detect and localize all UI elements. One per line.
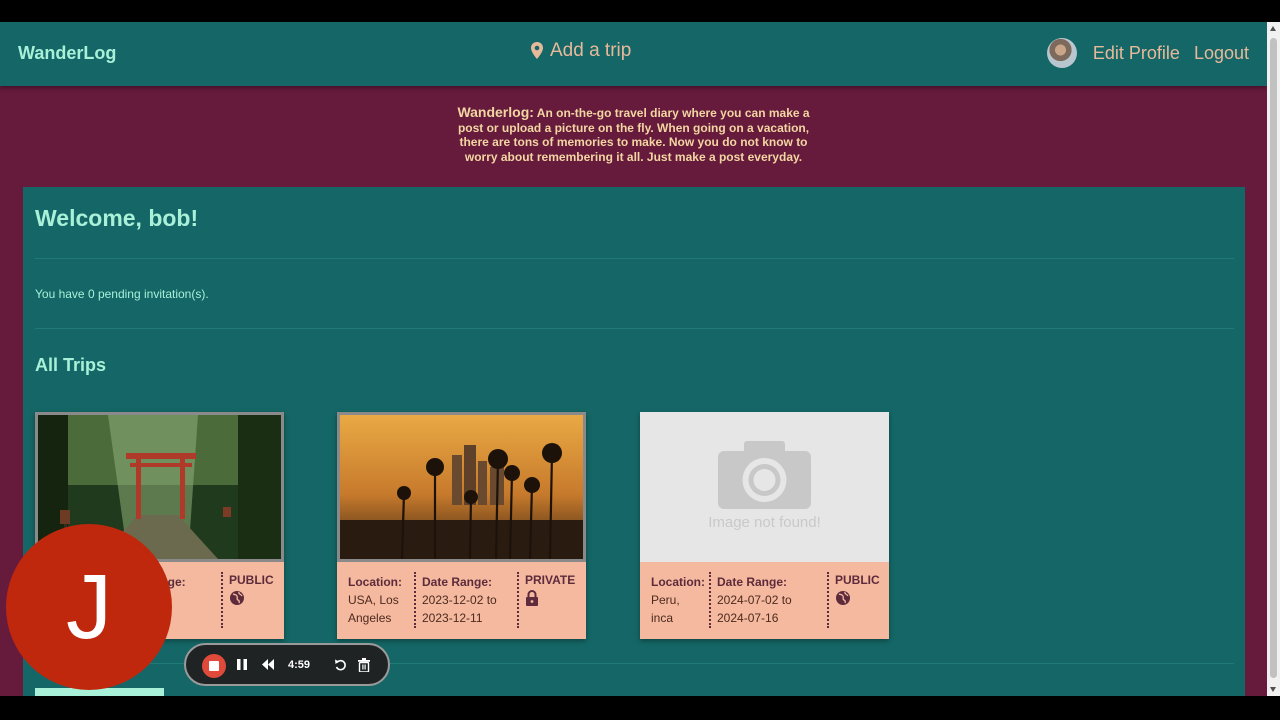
date-range-column: Date Range: 2023-12-02 to 2023-12-11 <box>422 573 497 627</box>
location-value-line2: Angeles <box>348 611 392 625</box>
camera-icon <box>718 441 811 509</box>
location-value-line1: USA, Los <box>348 593 399 607</box>
pause-icon[interactable] <box>236 658 248 671</box>
dotted-separator <box>221 572 223 628</box>
image-placeholder: Image not found! <box>640 412 889 562</box>
presenter-avatar: J <box>6 524 172 690</box>
trash-icon[interactable] <box>358 658 370 672</box>
map-pin-icon <box>531 42 543 59</box>
location-value-line1: Peru, <box>651 593 680 607</box>
add-trip-link[interactable]: Add a trip <box>530 40 631 62</box>
recording-timer: 4:59 <box>288 659 311 671</box>
divider <box>35 328 1234 329</box>
location-value-line2: inca <box>651 611 674 625</box>
scroll-down-icon[interactable] <box>1270 687 1276 692</box>
all-trips-heading: All Trips <box>35 355 107 375</box>
image-not-found-text: Image not found! <box>708 514 821 531</box>
vertical-scrollbar[interactable] <box>1267 22 1280 696</box>
location-label: Location: <box>651 575 705 589</box>
dotted-separator <box>709 572 711 628</box>
brand-logo[interactable]: WanderLog <box>18 43 116 64</box>
date-range-label: Date Range: <box>422 575 493 589</box>
dotted-separator <box>414 572 416 628</box>
add-trip-label: Add a trip <box>550 40 632 61</box>
trip-info: Location: Peru, inca Date Range: 2024-07… <box>640 562 889 639</box>
dotted-separator <box>827 572 829 628</box>
date-range-line2: 2024-07-16 <box>717 611 779 625</box>
lock-icon <box>526 590 538 606</box>
logout-link[interactable]: Logout <box>1194 43 1249 64</box>
los-angeles-skyline-photo <box>340 415 583 559</box>
visibility-label: PUBLIC <box>835 573 880 587</box>
date-range-line1: 2023-12-02 to <box>422 593 497 607</box>
location-label: Location: <box>348 575 402 589</box>
rewind-icon[interactable] <box>261 658 275 671</box>
restart-icon[interactable] <box>334 658 347 671</box>
trip-image[interactable] <box>337 412 586 562</box>
trip-image[interactable]: Image not found! <box>640 412 889 562</box>
visibility-label: PUBLIC <box>229 573 274 587</box>
scrollbar-thumb[interactable] <box>1270 38 1277 678</box>
edit-profile-link[interactable]: Edit Profile <box>1093 43 1180 64</box>
location-column: Location: Peru, inca <box>651 573 705 627</box>
dotted-separator <box>517 572 519 628</box>
trip-card[interactable]: Image not found! Location: Peru, inca Da… <box>640 412 889 639</box>
visibility: PUBLIC <box>835 573 880 606</box>
intro-description: Wanderlog: An on-the-go travel diary whe… <box>0 105 1267 164</box>
globe-icon <box>836 591 850 605</box>
date-range-line1: 2024-07-02 to <box>717 593 792 607</box>
trip-card[interactable]: Location: USA, Los Angeles Date Range: 2… <box>337 412 586 639</box>
invitations-text: You have 0 pending invitation(s). <box>35 287 209 301</box>
intro-lead: Wanderlog: <box>457 104 534 120</box>
visibility: PRIVATE <box>525 573 575 606</box>
welcome-heading: Welcome, bob! <box>35 205 199 231</box>
main-panel: Welcome, bob! You have 0 pending invitat… <box>23 187 1245 696</box>
location-column: Location: USA, Los Angeles <box>348 573 402 627</box>
date-range-column: Date Range: 2024-07-02 to 2024-07-16 <box>717 573 792 627</box>
browser-viewport: WanderLog Add a trip Edit Profile Logout… <box>0 22 1267 696</box>
divider <box>35 258 1234 259</box>
nav-right: Edit Profile Logout <box>1046 38 1249 68</box>
screen-recorder-toolbar: 4:59 <box>184 643 390 686</box>
visibility-label: PRIVATE <box>525 573 576 587</box>
user-avatar[interactable] <box>1046 38 1077 68</box>
globe-icon <box>230 591 244 605</box>
stop-recording-button[interactable] <box>202 654 226 678</box>
scroll-up-icon[interactable] <box>1270 26 1276 31</box>
navbar: WanderLog Add a trip Edit Profile Logout <box>0 22 1267 86</box>
date-range-line2: 2023-12-11 <box>422 611 483 625</box>
trip-info: Location: USA, Los Angeles Date Range: 2… <box>337 562 586 639</box>
visibility: PUBLIC <box>229 573 274 606</box>
date-range-label: Date Range: <box>717 575 788 589</box>
